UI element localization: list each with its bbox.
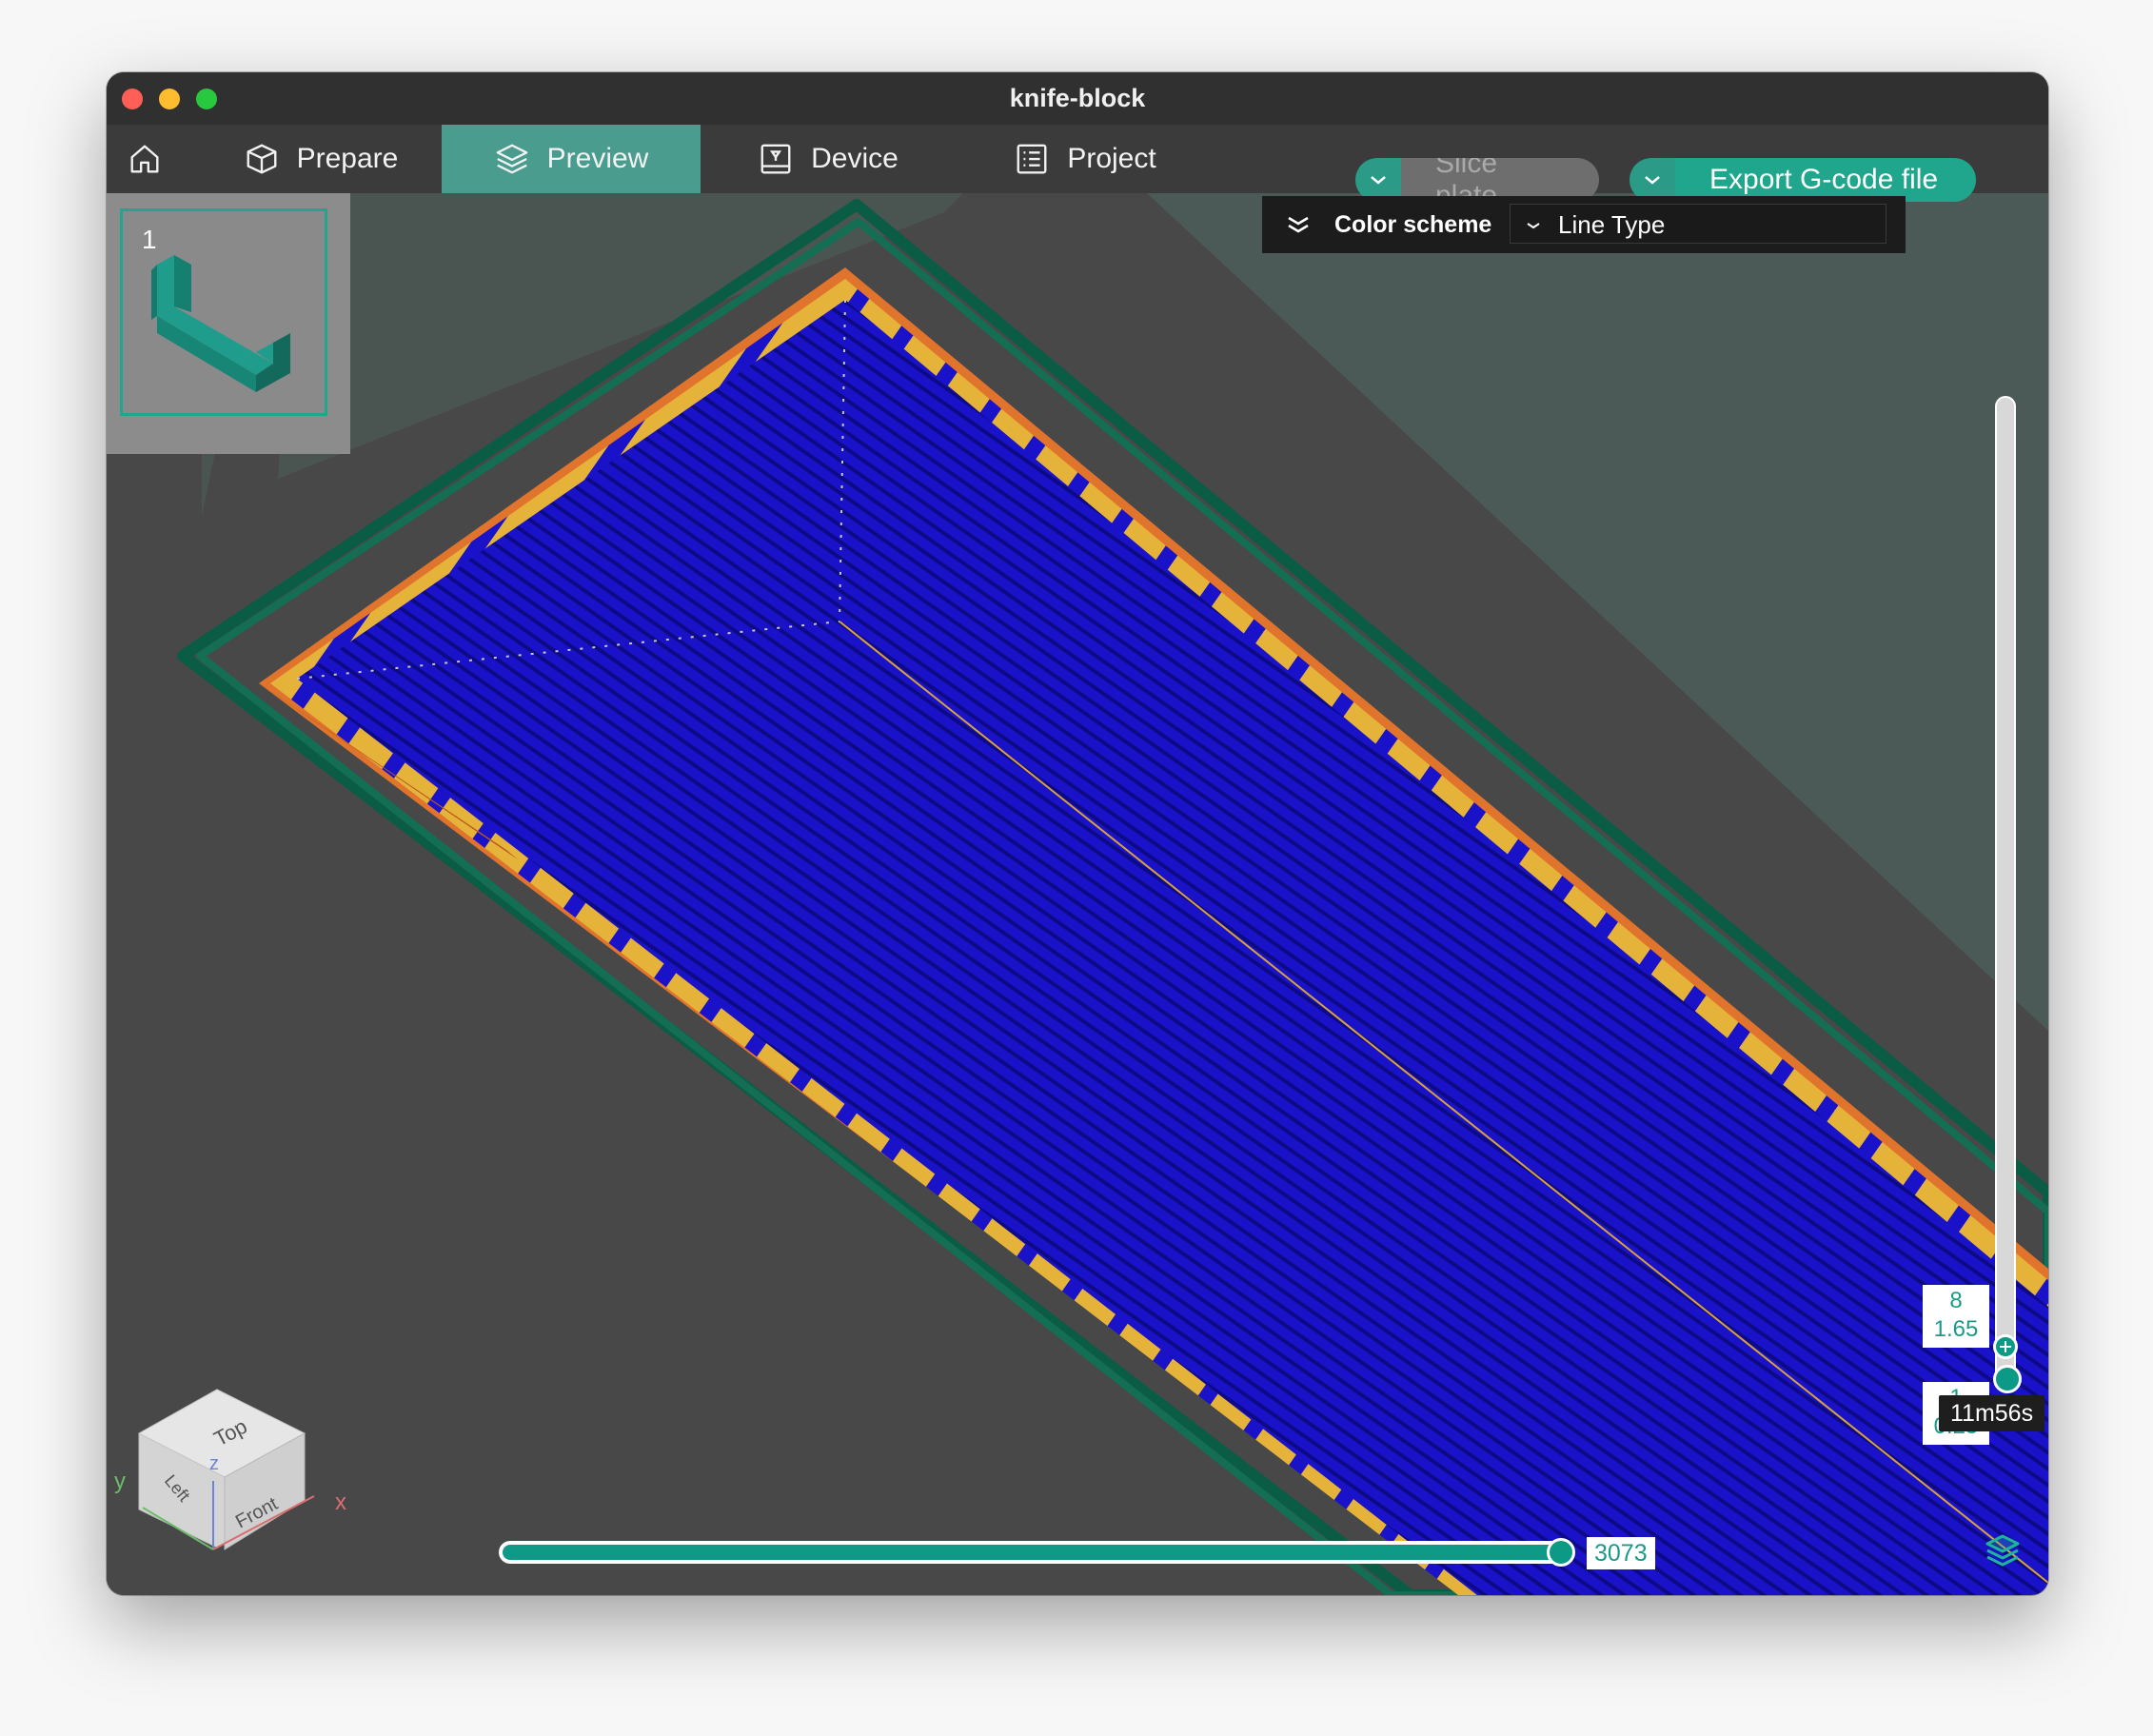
chevron-down-icon	[1645, 176, 1660, 185]
tab-preview[interactable]: Preview	[442, 125, 701, 193]
plate-thumbnail[interactable]: 1	[120, 208, 327, 416]
tab-project-label: Project	[1067, 143, 1156, 174]
axis-x-label: x	[335, 1489, 346, 1515]
device-icon	[760, 144, 791, 174]
layer-slider[interactable]	[1995, 396, 2016, 1386]
preview-viewport[interactable]	[107, 193, 2048, 1595]
app-window: knife-block Prepare Preview Device Proje…	[107, 72, 2048, 1595]
collapse-icon[interactable]	[1285, 211, 1312, 238]
tab-prepare[interactable]: Prepare	[221, 125, 421, 193]
axis-y-label: y	[114, 1469, 126, 1494]
layer-slider-bottom-handle[interactable]	[1993, 1365, 2022, 1393]
plate-model-preview	[151, 255, 290, 392]
move-slider-value: 3073	[1587, 1537, 1655, 1569]
color-scheme-label: Color scheme	[1334, 211, 1492, 238]
plate-list-panel: 1	[107, 193, 350, 454]
color-scheme-select[interactable]: Line Type	[1510, 204, 1886, 244]
layers-icon	[496, 144, 528, 174]
estimated-time-tooltip: 11m56s	[1939, 1395, 2045, 1431]
list-icon	[1017, 144, 1047, 174]
axis-z-label: z	[209, 1453, 219, 1474]
title-bar: knife-block	[107, 72, 2048, 125]
window-title: knife-block	[1009, 84, 1146, 112]
color-scheme-value: Line Type	[1558, 210, 1666, 239]
move-slider-handle[interactable]	[1547, 1538, 1575, 1567]
tab-device[interactable]: Device	[733, 125, 923, 193]
top-layer-height: 1.65	[1933, 1316, 1979, 1342]
layers-icon[interactable]	[1984, 1530, 2022, 1568]
tab-home[interactable]	[107, 125, 183, 193]
move-slider[interactable]	[499, 1538, 1575, 1567]
color-scheme-panel: Color scheme Line Type	[1262, 196, 1906, 253]
move-slider-fill	[503, 1545, 1561, 1560]
plus-icon	[2000, 1341, 2011, 1352]
home-icon	[130, 145, 159, 173]
tab-prepare-label: Prepare	[296, 143, 399, 174]
orientation-cube[interactable]: Top Left Front z y x	[107, 1329, 392, 1595]
tab-preview-label: Preview	[546, 143, 649, 174]
tab-device-label: Device	[811, 143, 899, 174]
cube-icon	[247, 144, 277, 174]
chevron-down-icon	[1527, 223, 1540, 229]
layer-slider-top-handle[interactable]	[1993, 1334, 2018, 1359]
top-layer-label: 8 1.65	[1923, 1285, 1989, 1348]
chevron-down-icon	[1371, 176, 1386, 185]
tab-project[interactable]: Project	[990, 125, 1180, 193]
top-layer-number: 8	[1949, 1288, 1963, 1313]
